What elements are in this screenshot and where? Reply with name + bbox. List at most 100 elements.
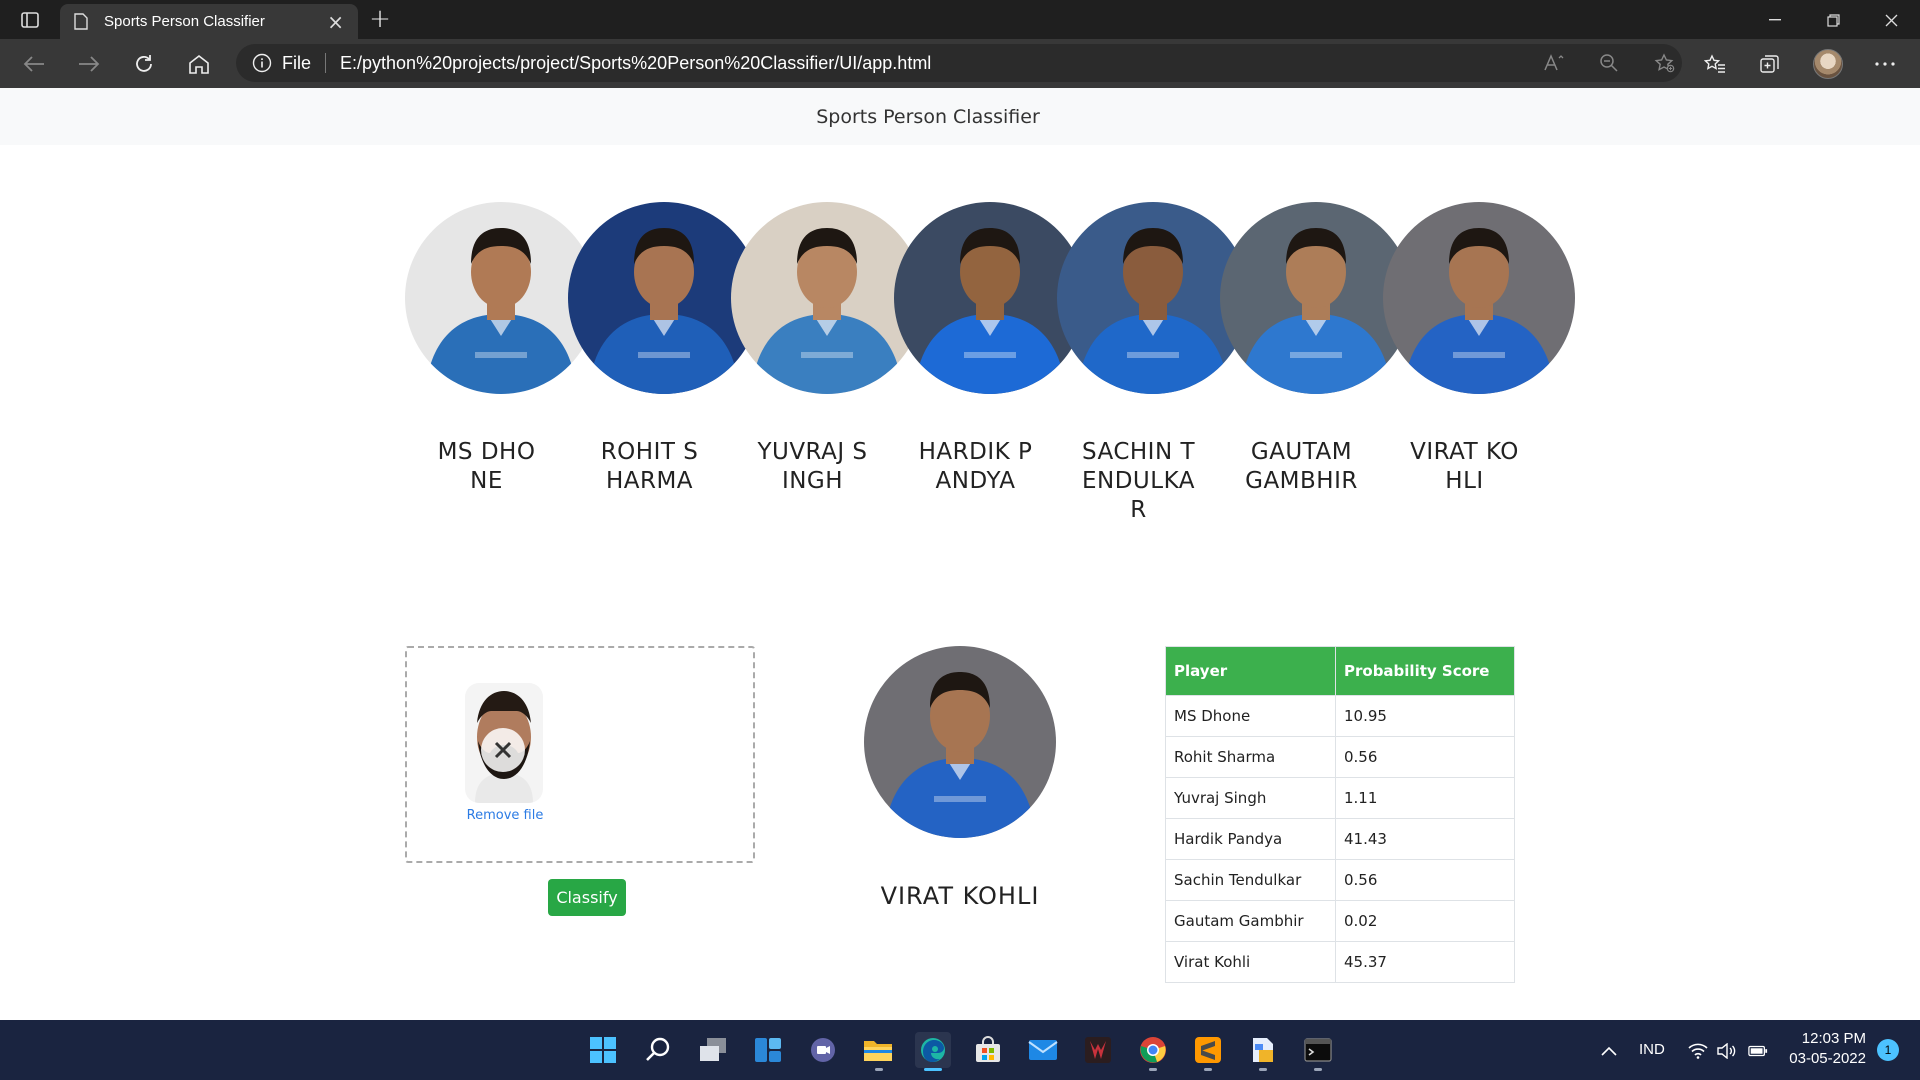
table-row: Hardik Pandya 41.43 xyxy=(1165,818,1515,860)
new-tab-button[interactable]: + xyxy=(366,6,394,33)
navbar-brand[interactable]: Sports Person Classifier xyxy=(816,106,1040,128)
task-view-icon[interactable] xyxy=(695,1032,731,1068)
close-window-icon[interactable] xyxy=(1868,6,1914,34)
player-cell: Rohit Sharma xyxy=(1165,736,1336,778)
player-card-gautam-gambhir: GAUTAM GAMBHIR xyxy=(1220,202,1412,494)
show-hidden-icons-chevron-icon[interactable] xyxy=(1599,1041,1619,1061)
result-player-photo xyxy=(864,646,1056,838)
table-row: Rohit Sharma 0.56 xyxy=(1165,736,1515,778)
site-info-icon[interactable] xyxy=(252,53,272,73)
address-scheme: File xyxy=(282,52,312,73)
player-name: HARDIK PANDYA xyxy=(918,439,1033,494)
windows-taskbar xyxy=(0,1020,1920,1080)
player-card-rohit-sharma: ROHIT SHARMA xyxy=(568,202,760,494)
sublime-running-indicator xyxy=(1204,1068,1212,1071)
start-icon[interactable] xyxy=(585,1032,621,1068)
tab-actions-icon[interactable] xyxy=(14,7,46,33)
player-name: MS DHONE xyxy=(437,439,536,494)
table-row: Virat Kohli 45.37 xyxy=(1165,941,1515,983)
profile-avatar[interactable] xyxy=(1813,49,1843,79)
tab-close-icon[interactable]: × xyxy=(327,12,344,32)
chrome-icon[interactable] xyxy=(1135,1032,1171,1068)
table-header-row: Player Probability Score xyxy=(1165,646,1515,696)
explorer-running-indicator xyxy=(875,1068,883,1071)
uploaded-image-preview xyxy=(465,683,545,803)
file-manager-running-indicator xyxy=(1259,1068,1267,1071)
score-cell: 0.02 xyxy=(1335,900,1515,942)
teams-chat-icon[interactable] xyxy=(805,1032,841,1068)
table-row: Gautam Gambhir 0.02 xyxy=(1165,900,1515,942)
zoom-out-icon[interactable] xyxy=(1597,53,1621,73)
player-card-yuvraj-singh: YUVRAJ SINGH xyxy=(731,202,923,494)
favorites-icon[interactable] xyxy=(1700,49,1730,79)
result-card: VIRAT KOHLI xyxy=(864,646,1056,910)
tab-sports-person-classifier[interactable]: Sports Person Classifier × xyxy=(60,4,358,39)
player-cell: Virat Kohli xyxy=(1165,941,1336,983)
page-icon xyxy=(74,13,88,30)
game-app-icon[interactable] xyxy=(1080,1032,1116,1068)
player-name: GAUTAM GAMBHIR xyxy=(1245,439,1358,494)
sublime-text-icon[interactable] xyxy=(1190,1032,1226,1068)
table-row: Sachin Tendulkar 0.56 xyxy=(1165,859,1515,901)
home-icon[interactable] xyxy=(183,49,215,79)
minimize-icon[interactable] xyxy=(1752,6,1798,34)
edge-running-indicator xyxy=(924,1068,942,1071)
column-header-player: Player xyxy=(1165,646,1336,696)
clock-time[interactable]: 12:03 PM xyxy=(1792,1030,1866,1047)
remove-preview-icon[interactable] xyxy=(481,728,525,772)
read-aloud-icon[interactable] xyxy=(1542,53,1566,73)
remove-file-link[interactable]: Remove file xyxy=(447,808,563,823)
notification-count-badge[interactable]: 1 xyxy=(1877,1039,1899,1061)
image-dropzone[interactable]: Remove file xyxy=(405,646,755,863)
terminal-running-indicator xyxy=(1314,1068,1322,1071)
player-cell: MS Dhone xyxy=(1165,695,1336,737)
widgets-icon[interactable] xyxy=(750,1032,786,1068)
search-icon[interactable] xyxy=(640,1032,676,1068)
chrome-running-indicator xyxy=(1149,1068,1157,1071)
clock-date[interactable]: 03-05-2022 xyxy=(1780,1050,1866,1067)
player-card-ms-dhone: MS DHONE xyxy=(405,202,597,494)
table-row: Yuvraj Singh 1.11 xyxy=(1165,777,1515,819)
edge-icon[interactable] xyxy=(915,1032,951,1068)
classify-button[interactable]: Classify xyxy=(548,879,626,916)
tab-title: Sports Person Classifier xyxy=(104,13,265,30)
terminal-icon[interactable] xyxy=(1300,1032,1336,1068)
forward-icon[interactable] xyxy=(73,49,105,79)
player-card-sachin-tendulkar: SACHIN TENDULKAR xyxy=(1057,202,1249,523)
score-cell: 45.37 xyxy=(1335,941,1515,983)
address-separator xyxy=(325,53,327,73)
player-photo xyxy=(1383,202,1575,394)
player-name: SACHIN TENDULKAR xyxy=(1081,439,1196,523)
page-navbar: Sports Person Classifier xyxy=(0,88,1920,145)
player-cell: Gautam Gambhir xyxy=(1165,900,1336,942)
score-cell: 0.56 xyxy=(1335,859,1515,901)
column-header-probability: Probability Score xyxy=(1335,646,1515,696)
table-row: MS Dhone 10.95 xyxy=(1165,695,1515,737)
player-name: VIRAT KOHLI xyxy=(1410,439,1519,494)
browser-tab-bar: Sports Person Classifier × + xyxy=(0,0,1920,39)
input-language-indicator[interactable]: IND xyxy=(1639,1041,1665,1058)
address-url[interactable]: E:/python%20projects/project/Sports%20Pe… xyxy=(340,53,931,74)
refresh-icon[interactable] xyxy=(128,49,160,79)
score-cell: 10.95 xyxy=(1335,695,1515,737)
score-cell: 41.43 xyxy=(1335,818,1515,860)
player-cell: Sachin Tendulkar xyxy=(1165,859,1336,901)
add-favorite-icon[interactable] xyxy=(1653,53,1677,73)
battery-icon[interactable] xyxy=(1748,1041,1768,1061)
restore-icon[interactable] xyxy=(1810,6,1856,34)
wifi-icon[interactable] xyxy=(1688,1041,1708,1061)
file-explorer-icon[interactable] xyxy=(860,1032,896,1068)
score-cell: 0.56 xyxy=(1335,736,1515,778)
browser-address-bar: File E:/python%20projects/project/Sports… xyxy=(0,39,1920,88)
file-manager-icon[interactable] xyxy=(1245,1032,1281,1068)
collections-icon[interactable] xyxy=(1755,49,1785,79)
address-field[interactable]: File E:/python%20projects/project/Sports… xyxy=(236,44,1682,82)
store-icon[interactable] xyxy=(970,1032,1006,1068)
mail-icon[interactable] xyxy=(1025,1032,1061,1068)
probability-table: Player Probability Score MS Dhone 10.95 R… xyxy=(1165,646,1515,983)
back-icon[interactable] xyxy=(18,49,50,79)
more-options-icon[interactable] xyxy=(1870,49,1900,79)
player-gallery: MS DHONE ROHIT SHARMA YUVRAJ SINGH HARDI… xyxy=(405,202,1575,562)
player-card-hardik-pandya: HARDIK PANDYA xyxy=(894,202,1086,494)
volume-icon[interactable] xyxy=(1716,1041,1736,1061)
